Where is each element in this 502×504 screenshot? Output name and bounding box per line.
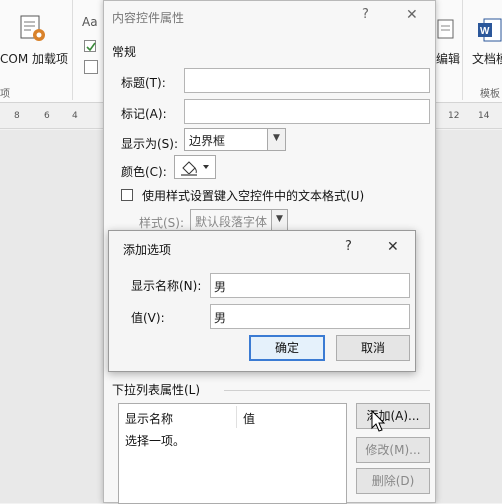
ribbon-separator [462,0,463,100]
tag-input[interactable] [184,99,430,124]
word-template-icon[interactable]: W [478,18,502,42]
color-label: 颜色(C): [121,165,167,179]
checkbox-control-icon[interactable] [84,40,96,52]
cancel-button[interactable]: 取消 [336,335,410,361]
chevron-down-icon[interactable]: ▼ [267,129,285,150]
mouse-cursor-icon [370,409,386,434]
ribbon-separator [72,0,73,100]
help-button[interactable]: ? [362,7,369,22]
display-name-value: 男 [214,280,227,294]
svg-text:W: W [480,26,490,37]
section-general: 常规 [112,45,137,59]
restrict-editing-icon[interactable] [436,18,456,40]
display-name-input[interactable]: 男 [210,273,410,298]
column-divider [236,406,237,428]
template-group-fragment: 模板 [480,89,500,100]
style-value: 默认段落字体 [195,215,268,229]
chevron-down-icon[interactable]: ▼ [271,210,287,230]
add-choice-dialog: 添加选项 ? ✕ 显示名称(N): 男 值(V): 男 确定 取消 [108,230,416,372]
show-as-select[interactable]: 边界框 ▼ [184,128,286,151]
ribbon-group-fragment: 项 [0,89,10,100]
modify-button[interactable]: 修改(M)... [356,437,430,463]
show-as-label: 显示为(S): [121,137,179,151]
paint-bucket-icon [181,161,209,176]
document-template-label[interactable]: 文档模板 [472,50,502,67]
add-button[interactable]: 添加(A)... [356,403,430,429]
ruler-tick: 6 [44,111,50,121]
value-label: 值(V): [131,311,165,325]
list-header-value[interactable]: 值 [243,410,255,427]
ok-button[interactable]: 确定 [249,335,325,361]
color-picker-button[interactable] [174,155,216,179]
use-style-checkbox-label[interactable]: 使用样式设置键入空控件中的文本格式(U) [142,187,364,204]
close-button[interactable]: ✕ [387,239,399,255]
dialog-title: 内容控件属性 [112,11,185,25]
com-addins-label[interactable]: COM 加载项 [0,50,68,67]
legacy-tools-icon[interactable] [84,60,98,74]
com-addins-icon[interactable] [18,14,48,44]
list-header-display[interactable]: 显示名称 [125,410,173,427]
style-label: 样式(S): [139,216,185,230]
display-name-label: 显示名称(N): [131,279,202,293]
list-item[interactable]: 选择一项。 [125,432,185,449]
aa-icon[interactable]: Aa [82,15,98,29]
add-dialog-title: 添加选项 [123,243,172,257]
dropdown-list[interactable]: 显示名称 值 选择一项。 [118,403,347,504]
divider [224,390,430,391]
ruler-tick: 12 [448,111,460,121]
style-select[interactable]: 默认段落字体 ▼ [190,209,288,231]
show-as-value: 边界框 [189,134,226,148]
dropdown-properties-label: 下拉列表属性(L) [112,383,201,397]
value-input[interactable]: 男 [210,304,410,329]
edit-label-fragment[interactable]: 编辑 [436,50,460,67]
title-label: 标题(T): [121,76,166,90]
tag-label: 标记(A): [121,107,167,121]
ruler-tick: 8 [14,111,20,121]
help-button[interactable]: ? [345,239,352,254]
value-value: 男 [214,311,227,325]
title-input[interactable] [184,68,430,93]
delete-button[interactable]: 删除(D) [356,468,430,494]
ruler-tick: 14 [478,111,490,121]
close-button[interactable]: ✕ [406,7,418,23]
ruler-tick: 4 [72,111,78,121]
use-style-checkbox[interactable] [121,189,133,201]
